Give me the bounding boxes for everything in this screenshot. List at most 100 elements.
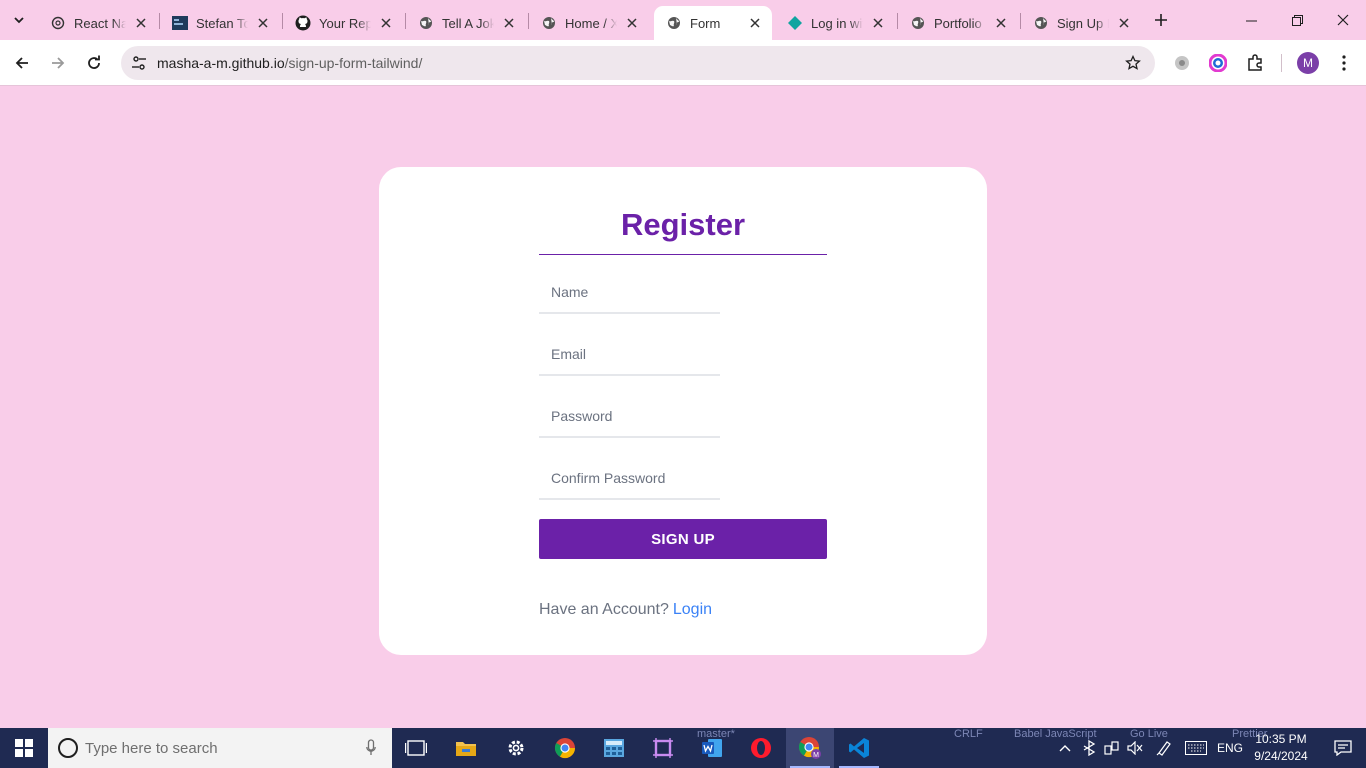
minimize-icon [1245,20,1257,21]
sign-up-button[interactable]: SIGN UP [539,519,827,559]
tab-stefan-top[interactable]: Stefan Top [160,6,280,40]
login-link[interactable]: Login [673,601,712,618]
tab-home-x[interactable]: Home / X [529,6,649,40]
tab-form[interactable]: Form [654,6,772,40]
close-icon[interactable] [746,14,764,32]
register-card: Register SIGN UP Have an Account?Login [379,167,987,655]
notification-icon [1334,740,1352,756]
close-icon[interactable] [1115,14,1133,32]
clock-date: 9/24/2024 [1254,749,1308,763]
close-window-button[interactable] [1320,0,1366,40]
start-button[interactable] [0,728,48,768]
password-field[interactable] [539,396,720,438]
clock-time: 10:35 PM [1255,732,1307,746]
extensions-puzzle-icon[interactable] [1243,51,1267,75]
chrome-button[interactable] [541,728,589,768]
tab-log-in[interactable]: Log in wit [775,6,895,40]
email-field[interactable] [539,334,720,376]
github-icon [295,15,311,31]
tab-title: Form [690,15,721,31]
close-icon[interactable] [254,14,272,32]
chevron-down-icon [14,17,24,24]
snipping-tool-button[interactable] [639,728,687,768]
name-field[interactable] [539,272,720,314]
pen-tray-icon[interactable] [1153,728,1175,768]
tab-tell-a-joke[interactable]: Tell A Joke [406,6,526,40]
globe-icon [666,15,682,31]
taskbar-search[interactable]: Type here to search [48,728,392,768]
tab-title: Stefan Top [196,15,248,31]
back-button[interactable] [6,47,38,79]
globe-icon [1033,15,1049,31]
opera-button[interactable] [737,728,785,768]
tab-title: Log in wit [811,15,863,31]
gear-icon [508,740,524,756]
close-icon[interactable] [132,14,150,32]
close-icon[interactable] [623,14,641,32]
arrow-right-icon [52,57,65,69]
extension-gray-icon[interactable] [1170,51,1194,75]
tab-title: React Nav [74,15,126,31]
task-view-button[interactable] [392,728,440,768]
cortana-icon [58,738,78,758]
url-path: /sign-up-form-tailwind/ [284,55,423,71]
color-picker-extension-icon[interactable] [1206,51,1230,75]
vscode-button[interactable] [835,728,883,768]
avatar-initial: M [1297,52,1319,74]
site-info-icon[interactable] [127,51,151,75]
close-icon[interactable] [992,14,1010,32]
bluetooth-tray-icon[interactable] [1078,728,1100,768]
notification-center-button[interactable] [1320,728,1366,768]
microphone-icon[interactable] [364,738,378,758]
tab-title: Tell A Joke [442,15,494,31]
tab-title: Your Repo [319,15,371,31]
tab-sign-up[interactable]: Sign Up P [1021,6,1141,40]
restore-button[interactable] [1274,0,1320,40]
url-host: masha-a-m.github.io [157,55,285,71]
background-status-git: master* [697,728,735,740]
windows-taskbar: Type here to search M master* CRLF Babel… [0,728,1366,768]
profile-avatar[interactable]: M [1296,51,1320,75]
url-text[interactable]: masha-a-m.github.io/sign-up-form-tailwin… [157,55,422,71]
kebab-menu-icon [1342,55,1346,71]
system-clock[interactable]: 10:35 PM 9/24/2024 [1244,731,1318,765]
close-icon [1337,14,1349,26]
reload-icon [88,55,100,69]
confirm-password-field[interactable] [539,458,720,500]
language-indicator[interactable]: ENG [1214,728,1246,768]
account-prompt-text: Have an Account? [539,601,669,618]
chrome-icon [554,738,576,759]
file-explorer-button[interactable] [442,728,490,768]
calculator-app-button[interactable] [590,728,638,768]
address-bar[interactable]: masha-a-m.github.io/sign-up-form-tailwin… [121,46,1155,80]
forward-button[interactable] [42,47,74,79]
minimize-button[interactable] [1228,0,1274,40]
keyboard-tray-icon[interactable] [1182,728,1210,768]
tab-portfolio[interactable]: Portfolio [898,6,1018,40]
folder-icon [456,742,476,756]
new-tab-button[interactable] [1148,7,1174,33]
volume-muted-icon[interactable] [1124,728,1146,768]
globe-icon [418,15,434,31]
close-icon[interactable] [500,14,518,32]
account-prompt-row: Have an Account? Login [539,601,712,619]
tab-react-nav[interactable]: React Nav [38,6,158,40]
tab-title: Home / X [565,15,617,31]
tab-strip: React Nav Stefan Top Your Repo Tell A Jo… [0,0,1366,40]
tray-overflow-button[interactable] [1054,728,1076,768]
svg-text:M: M [813,752,819,759]
tab-your-repo[interactable]: Your Repo [283,6,403,40]
close-icon[interactable] [869,14,887,32]
chrome-profile-button[interactable]: M [786,728,834,768]
network-tray-icon[interactable] [1101,728,1123,768]
settings-button[interactable] [492,728,540,768]
chevron-up-icon [1059,745,1071,752]
browser-menu-button[interactable] [1332,51,1356,75]
calculator-icon [604,739,624,757]
tab-search-button[interactable] [6,7,32,33]
close-icon[interactable] [377,14,395,32]
bookmark-star-icon[interactable] [1123,53,1143,73]
task-view-icon [405,740,427,756]
title-underline [539,254,827,255]
reload-button[interactable] [78,47,110,79]
